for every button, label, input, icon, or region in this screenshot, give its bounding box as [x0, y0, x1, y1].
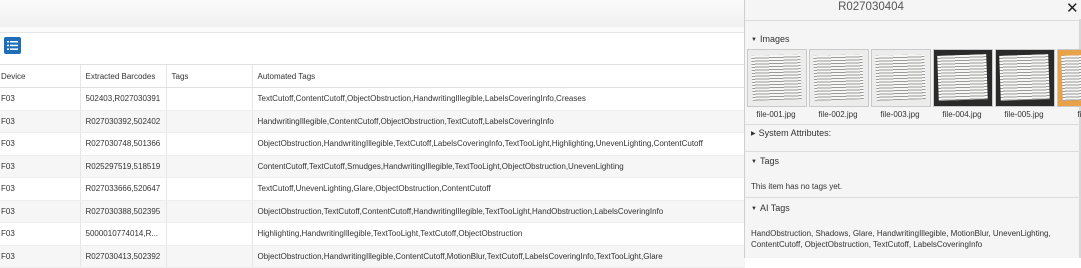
thumbnail-caption: file-001.jpg [756, 110, 796, 119]
thumbnail-caption: file-002.jpg [818, 110, 858, 119]
tags-section-label: Tags [759, 156, 779, 166]
thumbnail-image [747, 49, 807, 107]
divider [745, 20, 1081, 21]
column-header-tags[interactable]: Tags [165, 64, 252, 88]
cell-barcodes: 502403,R027030391 [79, 87, 166, 111]
images-section-toggle[interactable]: ▼ Images [751, 34, 789, 44]
thumbnail-image [871, 49, 931, 107]
column-header-automated-tags[interactable]: Automated Tags [251, 64, 745, 88]
ai-tags-text: HandObstruction, Shadows, Glare, Handwri… [751, 229, 1051, 249]
table-row[interactable]: F03 R027030388,502395 ObjectObstruction,… [0, 200, 745, 223]
caret-down-icon: ▼ [751, 159, 757, 165]
column-header-device[interactable]: Device [0, 64, 80, 88]
caret-down-icon: ▼ [751, 206, 757, 212]
image-thumbnail[interactable]: file-005.jpg [995, 49, 1055, 119]
cell-device: F03 [0, 155, 80, 178]
cell-tags [165, 245, 252, 268]
thumbnail-image [995, 49, 1055, 107]
image-thumbnail[interactable]: file-003.jpg [871, 49, 931, 119]
column-settings-button[interactable] [4, 37, 21, 54]
cell-device: F03 [0, 87, 80, 111]
panel-title: R027030404 [838, 1, 904, 13]
image-thumbnail[interactable]: file-004.jpg [933, 49, 993, 119]
thumbnail-caption: file-003.jpg [880, 110, 920, 119]
cell-device: F03 [0, 245, 80, 268]
detail-panel: R027030404 ✕ ▼ Images file-001.jpg file-0… [744, 0, 1081, 258]
cell-device: F03 [0, 132, 80, 156]
cell-device: F03 [0, 110, 80, 133]
cell-automated-tags: ObjectObstruction,TextCutoff,ContentCuto… [251, 200, 745, 223]
cell-automated-tags: ObjectObstruction,HandwritingIllegible,T… [251, 132, 745, 156]
images-section-label: Images [759, 34, 790, 44]
cell-automated-tags: TextCutoff,UnevenLighting,Glare,ObjectOb… [251, 177, 745, 201]
close-icon[interactable]: ✕ [1066, 0, 1079, 17]
divider [745, 124, 1081, 125]
records-table: Device Extracted Barcodes Tags Automated… [0, 64, 745, 268]
thumbnail-image [933, 49, 993, 107]
thumbnail-caption: file-0 [1077, 110, 1081, 119]
table-row[interactable]: F03 R027030392,502402 HandwritingIllegib… [0, 110, 745, 133]
system-attributes-label: System Attributes: [758, 128, 832, 138]
cell-barcodes: R027030413,502392 [79, 245, 166, 268]
cell-barcodes: R027030388,502395 [79, 200, 166, 223]
header-bar [0, 0, 745, 28]
table-row[interactable]: F03 R027033666,520647 TextCutoff,UnevenL… [0, 177, 745, 201]
table-row[interactable]: F03 R025297519,518519 ContentCutoff,Text… [0, 155, 745, 178]
table-row[interactable]: F03 R027030748,501366 ObjectObstruction,… [0, 132, 745, 156]
cell-automated-tags: ContentCutoff,TextCutoff,Smudges,Handwri… [251, 155, 745, 178]
cell-automated-tags: HandwritingIllegible,ContentCutoff,Objec… [251, 110, 745, 133]
system-attributes-toggle[interactable]: ▶ System Attributes: [751, 128, 831, 138]
cell-barcodes: R027033666,520647 [79, 177, 166, 201]
image-thumbnail[interactable]: file-001.jpg [747, 49, 807, 119]
cell-barcodes: R027030748,501366 [79, 132, 166, 156]
cell-device: F03 [0, 200, 80, 223]
tags-section-toggle[interactable]: ▼ Tags [751, 156, 779, 166]
thumbnail-caption: file-004.jpg [942, 110, 982, 119]
cell-barcodes: R027030392,502402 [79, 110, 166, 133]
image-thumbnail[interactable]: file-002.jpg [809, 49, 869, 119]
cell-device: F03 [0, 177, 80, 201]
cell-automated-tags: TextCutoff,ContentCutoff,ObjectObstructi… [251, 87, 745, 111]
thumbnail-image [809, 49, 869, 107]
table-row[interactable]: F03 502403,R027030391 TextCutoff,Content… [0, 87, 745, 111]
table-row[interactable]: F03 5000010774014,R... Highlighting,Hand… [0, 222, 745, 246]
filter-strip [0, 27, 745, 33]
cell-barcodes: 5000010774014,R... [79, 222, 166, 246]
cell-automated-tags: ObjectObstruction,HandwritingIllegible,C… [251, 245, 745, 268]
cell-barcodes: R025297519,518519 [79, 155, 166, 178]
cell-automated-tags: Highlighting,HandwritingIllegible,TextTo… [251, 222, 745, 246]
cell-tags [165, 177, 252, 201]
table-row[interactable]: F03 R027030413,502392 ObjectObstruction,… [0, 245, 745, 268]
cell-tags [165, 222, 252, 246]
divider [745, 151, 1081, 152]
thumbnail-caption: file-005.jpg [1004, 110, 1044, 119]
divider [745, 197, 1081, 198]
tags-empty-text: This item has no tags yet. [751, 182, 843, 191]
ai-tags-section-label: AI Tags [759, 203, 790, 213]
ai-tags-section-toggle[interactable]: ▼ AI Tags [751, 203, 790, 213]
column-header-barcodes[interactable]: Extracted Barcodes [79, 64, 166, 88]
caret-down-icon: ▼ [751, 37, 757, 43]
image-thumbnail[interactable]: file-0 [1057, 49, 1081, 119]
table-header-row: Device Extracted Barcodes Tags Automated… [0, 64, 745, 88]
cell-tags [165, 87, 252, 111]
image-thumbnails: file-001.jpg file-002.jpg file-003.jpg f… [747, 49, 1081, 119]
cell-device: F03 [0, 222, 80, 246]
cell-tags [165, 200, 252, 223]
cell-tags [165, 155, 252, 178]
thumbnail-image [1057, 49, 1081, 107]
cell-tags [165, 132, 252, 156]
cell-tags [165, 110, 252, 133]
caret-right-icon: ▶ [751, 131, 756, 137]
list-config-icon [7, 41, 18, 50]
